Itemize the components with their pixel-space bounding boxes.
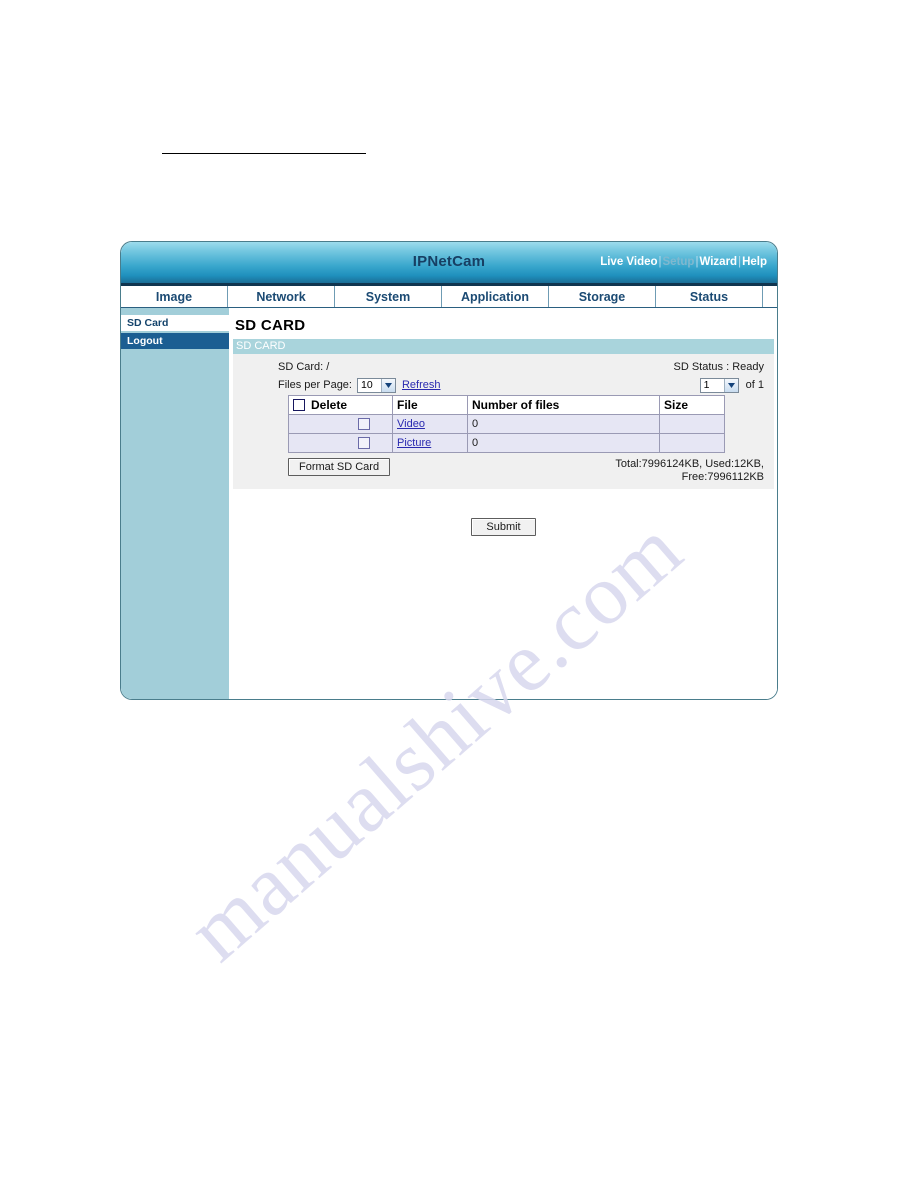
- select-all-checkbox[interactable]: [293, 399, 305, 411]
- row-count-cell: 0: [467, 414, 660, 434]
- storage-usage: Total:7996124KB, Used:12KB, Free:7996112…: [615, 458, 774, 484]
- sidebar: SD Card Logout: [121, 308, 229, 699]
- row-file-cell: Picture: [392, 433, 468, 453]
- column-delete-label: Delete: [311, 398, 348, 412]
- top-link-setup[interactable]: Setup: [663, 256, 695, 268]
- page-select[interactable]: 1: [699, 377, 739, 393]
- file-table: Delete File Number of files Size Video 0…: [288, 395, 725, 453]
- files-per-page-value: 10: [360, 378, 373, 391]
- panel-body: SD Card Logout SD CARD SD CARD SD Card: …: [121, 308, 777, 699]
- sd-card-form: SD Card: / SD Status : Ready Files per P…: [233, 354, 774, 489]
- page-value: 1: [703, 378, 710, 391]
- pagination: 1 of 1: [699, 377, 774, 393]
- file-link-picture[interactable]: Picture: [397, 437, 431, 449]
- page-title: SD CARD: [235, 317, 306, 334]
- chevron-down-icon: [723, 378, 738, 392]
- refresh-link[interactable]: Refresh: [402, 379, 441, 391]
- table-header-row: Delete File Number of files Size: [288, 395, 725, 415]
- files-per-page-row: Files per Page: 10 Refresh 1 of 1: [233, 375, 774, 395]
- tab-application[interactable]: Application: [442, 286, 549, 307]
- ipnetcam-panel: IPNetCam Live Video|Setup|Wizard|Help Im…: [120, 241, 778, 700]
- tab-network[interactable]: Network: [228, 286, 335, 307]
- title-bar: IPNetCam Live Video|Setup|Wizard|Help: [121, 242, 777, 286]
- sidebar-item-logout[interactable]: Logout: [121, 333, 229, 349]
- files-per-page-label: Files per Page:: [278, 379, 352, 391]
- format-sd-card-button[interactable]: Format SD Card: [288, 458, 391, 476]
- column-number-of-files: Number of files: [467, 395, 660, 415]
- top-link-live-video[interactable]: Live Video: [600, 256, 657, 268]
- tab-bar-end-spacer: [763, 286, 777, 307]
- file-link-video[interactable]: Video: [397, 418, 425, 430]
- section-bar: SD CARD: [233, 339, 774, 354]
- files-per-page-select[interactable]: 10: [356, 377, 396, 393]
- row-size-cell: [659, 433, 725, 453]
- table-row: Video 0: [288, 414, 725, 434]
- tab-status[interactable]: Status: [656, 286, 763, 307]
- row-delete-cell: [288, 433, 393, 453]
- column-size: Size: [659, 395, 725, 415]
- top-link-wizard[interactable]: Wizard: [699, 256, 737, 268]
- main-nav-tabs: Image Network System Application Storage…: [121, 286, 777, 308]
- page-of-label: of 1: [745, 378, 764, 391]
- row-delete-checkbox[interactable]: [358, 418, 370, 431]
- sd-card-path-row: SD Card: / SD Status : Ready: [233, 359, 774, 375]
- column-file: File: [392, 395, 468, 415]
- row-size-cell: [659, 414, 725, 434]
- tab-system[interactable]: System: [335, 286, 442, 307]
- tab-image[interactable]: Image: [121, 286, 228, 307]
- row-delete-cell: [288, 414, 393, 434]
- sidebar-item-sd-card[interactable]: SD Card: [121, 315, 229, 331]
- submit-button[interactable]: Submit: [471, 518, 536, 536]
- row-count-cell: 0: [467, 433, 660, 453]
- top-links: Live Video|Setup|Wizard|Help: [600, 256, 767, 268]
- page-header-rule: [162, 153, 366, 154]
- format-usage-row: Format SD Card Total:7996124KB, Used:12K…: [233, 458, 774, 484]
- table-row: Picture 0: [288, 433, 725, 453]
- sd-card-path-label: SD Card: /: [278, 361, 330, 373]
- tab-storage[interactable]: Storage: [549, 286, 656, 307]
- submit-row: Submit: [233, 517, 774, 536]
- storage-usage-line2: Free:7996112KB: [681, 471, 764, 483]
- row-delete-checkbox[interactable]: [358, 437, 370, 450]
- row-file-cell: Video: [392, 414, 468, 434]
- column-delete: Delete: [288, 395, 393, 415]
- chevron-down-icon: [380, 378, 395, 392]
- content-area: SD CARD SD CARD SD Card: / SD Status : R…: [229, 308, 777, 699]
- sd-status-label: SD Status : Ready: [673, 361, 765, 373]
- top-link-help[interactable]: Help: [742, 256, 767, 268]
- storage-usage-line1: Total:7996124KB, Used:12KB,: [615, 458, 764, 470]
